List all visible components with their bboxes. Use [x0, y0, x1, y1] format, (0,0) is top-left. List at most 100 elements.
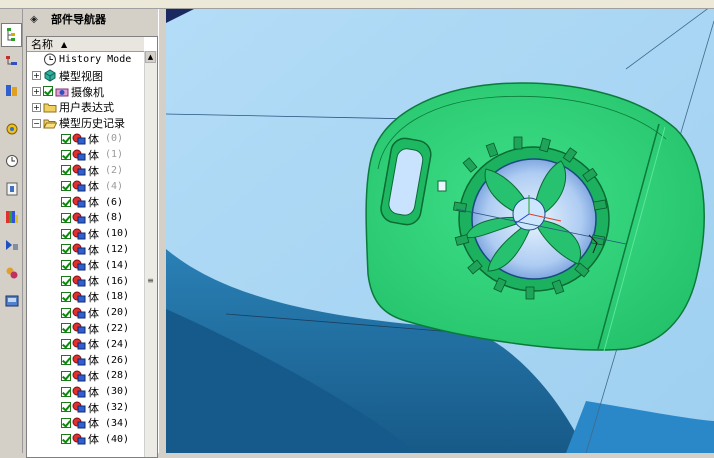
- history-mode-node[interactable]: History Mode: [27, 52, 157, 68]
- feature-name: 体: [88, 322, 99, 336]
- feature-row-body[interactable]: 体 (10): [27, 226, 157, 242]
- feature-id: (10): [105, 228, 130, 240]
- feature-id: (16): [105, 275, 130, 287]
- web-browser-icon[interactable]: [1, 261, 22, 285]
- assembly-navigator-icon[interactable]: [1, 23, 22, 47]
- feature-row-body[interactable]: 体 (20): [27, 305, 157, 321]
- body-feature-icon: [72, 212, 86, 224]
- feature-row-body[interactable]: 体 (2): [27, 163, 157, 179]
- body-feature-icon: [72, 259, 86, 271]
- checkbox-checked-icon[interactable]: [61, 165, 71, 176]
- history-mode-label: History Mode: [59, 54, 132, 66]
- body-feature-icon: [72, 401, 86, 413]
- feature-id: (26): [105, 354, 130, 366]
- feature-row-body[interactable]: 体 (28): [27, 368, 157, 384]
- part-navigator-icon[interactable]: [1, 51, 22, 75]
- checkbox-checked-icon[interactable]: [43, 86, 53, 97]
- feature-name: 体: [88, 196, 99, 210]
- feature-id: (4): [105, 180, 124, 192]
- feature-row-body[interactable]: 体 (14): [27, 257, 157, 273]
- resource-bar: [0, 9, 23, 453]
- feature-row-body[interactable]: 体 (34): [27, 415, 157, 431]
- feature-name: 体: [88, 227, 99, 241]
- navigator-title: 部件导航器: [51, 13, 106, 26]
- checkbox-checked-icon[interactable]: [61, 228, 71, 239]
- checkbox-checked-icon[interactable]: [61, 197, 71, 208]
- feature-id: (2): [105, 164, 124, 176]
- feature-id: (12): [105, 243, 130, 255]
- clock-icon: [44, 53, 56, 66]
- feature-row-body[interactable]: 体 (30): [27, 384, 157, 400]
- feature-row-body[interactable]: 体 (8): [27, 210, 157, 226]
- feature-name: 体: [88, 385, 99, 399]
- checkbox-checked-icon[interactable]: [61, 323, 71, 334]
- pin-icon[interactable]: ◈: [27, 14, 41, 25]
- visualization-icon[interactable]: [1, 205, 22, 229]
- node-label: 模型视图: [59, 69, 103, 83]
- checkbox-checked-icon[interactable]: [61, 434, 71, 445]
- feature-row-body[interactable]: 体 (0): [27, 131, 157, 147]
- checkbox-checked-icon[interactable]: [61, 149, 71, 160]
- name-column-header[interactable]: 名称 ▲: [27, 37, 144, 52]
- checkbox-checked-icon[interactable]: [61, 339, 71, 350]
- graphics-window[interactable]: [166, 9, 714, 453]
- system-materials-icon[interactable]: [1, 177, 22, 201]
- feature-row-body[interactable]: 体 (6): [27, 194, 157, 210]
- collapse-icon[interactable]: −: [32, 118, 41, 128]
- feature-row-body[interactable]: 体 (18): [27, 289, 157, 305]
- feature-name: 体: [88, 401, 99, 415]
- checkbox-checked-icon[interactable]: [61, 355, 71, 366]
- checkbox-checked-icon[interactable]: [61, 133, 71, 144]
- checkbox-checked-icon[interactable]: [61, 370, 71, 381]
- feature-name: 体: [88, 290, 99, 304]
- feature-row-body[interactable]: 体 (24): [27, 336, 157, 352]
- scroll-up-icon[interactable]: ▲: [145, 51, 156, 63]
- feature-row-body[interactable]: 体 (40): [27, 431, 157, 447]
- checkbox-checked-icon[interactable]: [61, 386, 71, 397]
- feature-row-body[interactable]: 体 (16): [27, 273, 157, 289]
- feature-name: 体: [88, 164, 99, 178]
- feature-name: 体: [88, 338, 99, 352]
- checkbox-checked-icon[interactable]: [61, 402, 71, 413]
- feature-row-body[interactable]: 体 (12): [27, 242, 157, 258]
- feature-name: 体: [88, 417, 99, 431]
- feature-id: (18): [105, 291, 130, 303]
- checkbox-checked-icon[interactable]: [61, 244, 71, 255]
- feature-row-body[interactable]: 体 (1): [27, 147, 157, 163]
- folder-icon: [43, 103, 57, 113]
- feature-name: 体: [88, 211, 99, 225]
- history-icon[interactable]: [1, 149, 22, 173]
- reuse-library-icon[interactable]: [1, 117, 22, 141]
- expand-icon[interactable]: +: [32, 86, 41, 96]
- expand-icon[interactable]: +: [32, 71, 41, 81]
- feature-row-body[interactable]: 体 (32): [27, 400, 157, 416]
- user-expressions-node[interactable]: + 用户表达式: [27, 99, 149, 115]
- model-history-node[interactable]: − 模型历史记录: [27, 115, 149, 131]
- checkbox-checked-icon[interactable]: [61, 212, 71, 223]
- body-feature-icon: [72, 228, 86, 240]
- checkbox-checked-icon[interactable]: [61, 291, 71, 302]
- feature-row-body[interactable]: 体 (4): [27, 178, 157, 194]
- green-part: [365, 82, 705, 352]
- checkbox-checked-icon[interactable]: [61, 276, 71, 287]
- scroll-grip-icon[interactable]: ≡: [145, 276, 156, 286]
- vertical-scrollbar[interactable]: ▲ ≡: [144, 51, 157, 457]
- feature-row-body[interactable]: 体 (26): [27, 352, 157, 368]
- feature-row-body[interactable]: 体 (22): [27, 321, 157, 337]
- expand-icon[interactable]: +: [32, 102, 41, 112]
- checkbox-checked-icon[interactable]: [61, 418, 71, 429]
- roles-icon[interactable]: [1, 233, 22, 257]
- camera-node[interactable]: + 摄像机: [27, 84, 149, 100]
- palette-icon[interactable]: [1, 289, 22, 313]
- feature-name: 体: [88, 259, 99, 273]
- constraint-navigator-icon[interactable]: [1, 79, 22, 103]
- model-views-node[interactable]: + 模型视图: [27, 68, 149, 84]
- navigator-tree-panel[interactable]: 名称 ▲ History Mode + 模型视图 + 摄像机 + 用户表达式 −…: [26, 36, 158, 458]
- column-name-label: 名称: [31, 38, 53, 51]
- checkbox-checked-icon[interactable]: [61, 307, 71, 318]
- body-feature-icon: [72, 133, 86, 145]
- checkbox-checked-icon[interactable]: [61, 260, 71, 271]
- body-feature-icon: [72, 307, 86, 319]
- node-label: 用户表达式: [59, 101, 114, 115]
- checkbox-checked-icon[interactable]: [61, 181, 71, 192]
